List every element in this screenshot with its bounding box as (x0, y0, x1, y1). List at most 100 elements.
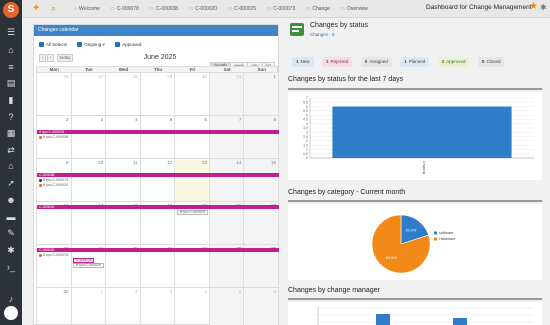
app-logo[interactable]: S (3, 2, 19, 18)
wrench-icon[interactable]: ✎ (5, 228, 17, 238)
day-number[interactable]: 3 (170, 289, 173, 294)
checkbox-icon[interactable] (115, 42, 121, 48)
day-number[interactable]: 5 (239, 289, 242, 294)
calendar-day[interactable]: 8 (244, 116, 279, 158)
status-chip-planned[interactable]: 1 Planned (400, 57, 430, 67)
event-bar[interactable]: C-000020 (37, 248, 279, 252)
bell-icon[interactable]: ♪ (5, 294, 17, 304)
calendar-day[interactable]: 3 (141, 288, 176, 325)
day-number[interactable]: 27 (98, 74, 103, 79)
rocket-icon[interactable]: ➚ (5, 178, 17, 188)
day-number[interactable]: 10 (98, 160, 103, 165)
day-number[interactable]: 2 (135, 289, 138, 294)
status-chip-new[interactable]: 1 New (292, 57, 314, 67)
event-bar[interactable]: C-000038 (37, 173, 279, 177)
day-number[interactable]: 4 (204, 289, 207, 294)
day-number[interactable]: 7 (239, 117, 242, 122)
day-number[interactable]: 5 (170, 117, 173, 122)
day-number[interactable]: 11 (133, 160, 138, 165)
event-item[interactable]: 8 cpu C-000038 (39, 135, 68, 139)
calendar-day[interactable]: 29 (141, 73, 176, 115)
event-bar[interactable]: 9 cpu C-000025 (37, 130, 279, 134)
day-number[interactable]: 6 (273, 289, 276, 294)
calendar-day[interactable]: 10 (72, 159, 107, 201)
day-number[interactable]: 1 (101, 289, 104, 294)
breadcrumb-item[interactable]: ⌂ Welcome (74, 6, 100, 12)
calendar-day[interactable]: 3 (72, 116, 107, 158)
users-icon[interactable]: ☻ (5, 195, 17, 205)
day-number[interactable]: 31 (236, 74, 241, 79)
event-item[interactable]: 8 cpu C-000073 (39, 178, 68, 182)
home-icon[interactable]: ⌂ (5, 45, 17, 55)
search-icon[interactable]: ⌕ (51, 3, 56, 14)
filter-ongoing[interactable]: Ongoing ▾ (77, 40, 105, 49)
menu-icon[interactable]: ☰ (5, 27, 17, 37)
help-icon[interactable]: ? (5, 112, 17, 122)
day-number[interactable]: 26 (64, 74, 69, 79)
calendar-day[interactable]: 7 (209, 116, 245, 158)
checkbox-icon[interactable] (39, 42, 44, 48)
today-button[interactable]: today (57, 54, 73, 62)
calendar-day[interactable]: 4 (106, 116, 141, 158)
calendar-day[interactable]: 30 (37, 288, 72, 325)
calendar-day[interactable]: 15 (244, 159, 279, 201)
calendar-day[interactable]: 6 (175, 116, 210, 158)
breadcrumb-item[interactable]: ▭ C-000038 (149, 6, 178, 12)
day-number[interactable]: 9 (66, 160, 69, 165)
day-number[interactable]: 13 (202, 160, 207, 165)
calendar-day[interactable]: 26 (37, 73, 72, 115)
breadcrumb-item[interactable]: ▭ C-000078 (110, 6, 139, 12)
map-icon[interactable]: ▦ (5, 128, 17, 138)
calendar-day[interactable]: 2 (106, 288, 141, 325)
event-item[interactable]: 8 cpu C-000025 (73, 263, 104, 268)
calendar-day[interactable]: 30 (175, 73, 210, 115)
calendar-day[interactable]: 4 (175, 288, 210, 325)
day-number[interactable]: 3 (101, 117, 104, 122)
avatar[interactable] (4, 306, 18, 320)
breadcrumb-item[interactable]: ▭ C-000025 (227, 6, 256, 12)
breadcrumb-item[interactable]: ▭ C-000020 (188, 6, 217, 12)
breadcrumb-item[interactable]: ▭ Change (306, 6, 330, 12)
day-number[interactable]: 14 (236, 160, 241, 165)
day-number[interactable]: 15 (271, 160, 276, 165)
calendar-day[interactable]: 31 (209, 73, 245, 115)
gear-icon[interactable]: ✱ (5, 245, 17, 255)
database-icon[interactable]: ≡ (5, 62, 17, 72)
status-chip-assigned[interactable]: 0 Assigned (360, 57, 392, 67)
terminal-icon[interactable]: ›_ (5, 262, 17, 272)
calendar-day[interactable]: 5 (209, 288, 245, 325)
checkbox-icon[interactable] (77, 42, 83, 48)
day-number[interactable]: 4 (135, 117, 138, 122)
calendar-day[interactable]: 12 (141, 159, 176, 201)
event-bar[interactable]: C-000020 (37, 205, 279, 209)
prev-button[interactable]: ‹ (39, 54, 46, 62)
add-icon[interactable]: + (33, 2, 39, 14)
day-number[interactable]: 30 (64, 289, 69, 294)
calendar-day[interactable]: 14 (209, 159, 245, 201)
day-number[interactable]: 2 (66, 117, 69, 122)
star-icon[interactable]: ★ (529, 1, 538, 12)
day-number[interactable]: 1 (273, 74, 276, 79)
filter-all[interactable]: All Selects (39, 40, 67, 49)
exchange-icon[interactable]: ⇄ (5, 145, 17, 155)
calendar-day[interactable]: 1 (72, 288, 107, 325)
status-chip-closed[interactable]: 0 Closed (477, 57, 505, 67)
list-icon[interactable]: ▤ (5, 78, 17, 88)
bank-icon[interactable]: ⌂ (5, 161, 17, 171)
calendar-day[interactable]: 5 (141, 116, 176, 158)
status-chip-rejected[interactable]: 1 Rejected (321, 57, 353, 67)
event-item[interactable]: 8 cpu C-000078 (39, 253, 68, 257)
book-icon[interactable]: ▮ (5, 95, 17, 105)
next-button[interactable]: › (47, 54, 54, 62)
day-number[interactable]: 6 (204, 117, 207, 122)
event-item[interactable]: 8 cpu C-000025 (177, 210, 208, 215)
folder-icon[interactable]: ▬ (5, 212, 17, 222)
filter-approved[interactable]: Approved (115, 40, 141, 49)
breadcrumb-item[interactable]: ▭ C-000073 (267, 6, 296, 12)
calendar-day[interactable]: 28 (106, 73, 141, 115)
status-subtitle[interactable]: Changes - 5 (310, 32, 335, 37)
gear-icon[interactable]: ✱ (540, 3, 547, 12)
calendar-day[interactable]: 11 (106, 159, 141, 201)
chevron-down-icon[interactable]: ▾ (103, 42, 105, 47)
day-number[interactable]: 8 (273, 117, 276, 122)
